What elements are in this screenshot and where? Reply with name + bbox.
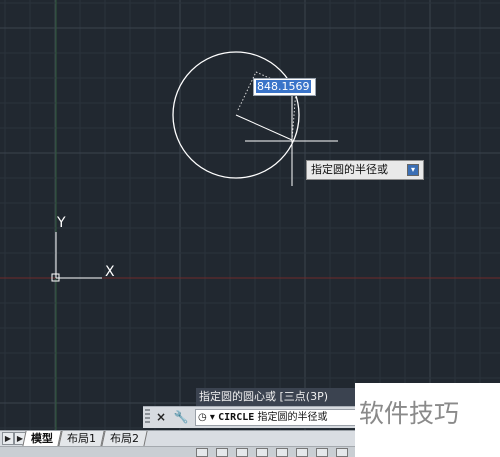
command-history: 指定圆的圆心或 [三点(3P) <box>196 388 356 406</box>
tab-nav-first-icon[interactable]: ▶ <box>2 432 14 445</box>
ucs-x-label: X <box>105 264 115 280</box>
tab-model[interactable]: 模型 <box>22 431 62 446</box>
command-prompt-icon: ◷ <box>198 412 207 423</box>
tab-layout1[interactable]: 布局1 <box>58 431 105 446</box>
close-icon[interactable]: × <box>153 409 169 425</box>
dyn-icon[interactable] <box>336 448 348 457</box>
tab-layout2-label: 布局2 <box>110 432 139 445</box>
tab-layout1-label: 布局1 <box>67 432 96 445</box>
dropdown-arrow-icon[interactable]: ▾ <box>210 412 215 423</box>
layout-tab-bar: ▶ ▶ 模型 布局1 布局2 <box>0 430 355 446</box>
tab-model-label: 模型 <box>31 432 53 445</box>
grip-handle-icon[interactable] <box>145 409 150 425</box>
command-name: CIRCLE <box>218 412 255 423</box>
radius-value: 848.1569 <box>256 80 311 93</box>
prompt-tooltip: 指定圆的半径或 ▾ <box>306 160 424 180</box>
down-arrow-icon[interactable]: ▾ <box>407 164 419 176</box>
polar-icon[interactable] <box>256 448 268 457</box>
status-bar <box>0 446 355 457</box>
grid-icon[interactable] <box>216 448 228 457</box>
ducs-icon[interactable] <box>316 448 328 457</box>
watermark-text: 软件技巧 <box>359 399 460 428</box>
tab-layout2[interactable]: 布局2 <box>101 431 148 446</box>
command-input[interactable]: ◷ ▾ CIRCLE 指定圆的半径或 <box>195 409 358 426</box>
wrench-icon[interactable]: 🔧 <box>173 409 189 425</box>
radius-dynamic-input[interactable]: 848.1569 <box>253 78 316 96</box>
snap-icon[interactable] <box>196 448 208 457</box>
osnap-icon[interactable] <box>276 448 288 457</box>
command-history-text: 指定圆的圆心或 [三点(3P) <box>199 390 329 403</box>
command-prompt-text: 指定圆的半径或 <box>257 412 328 423</box>
tooltip-text: 指定圆的半径或 <box>311 163 388 176</box>
ucs-y-label: Y <box>56 215 66 231</box>
autocad-window: Y X 848.1569 指定圆的半径或 ▾ 指定圆的圆心或 [三点(3P) × … <box>0 0 500 457</box>
otrack-icon[interactable] <box>296 448 308 457</box>
watermark: 软件技巧 <box>355 383 500 457</box>
command-line: × 🔧 ◷ ▾ CIRCLE 指定圆的半径或 <box>143 406 358 428</box>
ortho-icon[interactable] <box>236 448 248 457</box>
